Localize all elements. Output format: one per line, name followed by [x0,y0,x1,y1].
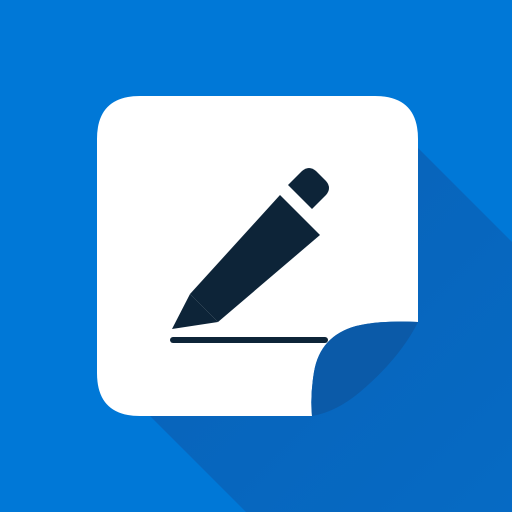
note-edit-app-icon [0,0,512,512]
writing-line [170,337,328,343]
app-icon-graphic [0,0,512,512]
